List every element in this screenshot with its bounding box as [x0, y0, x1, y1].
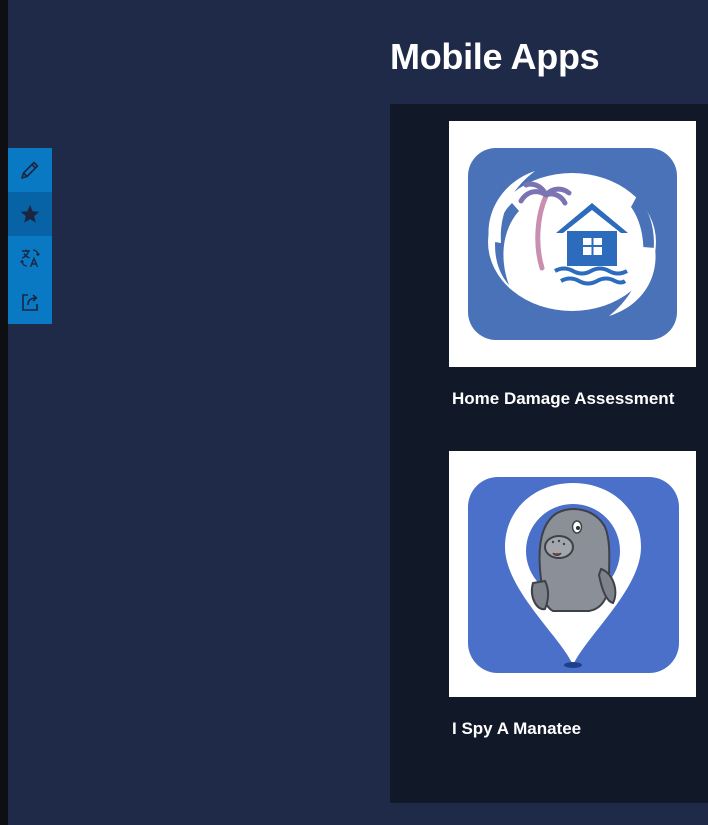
manatee-pin-icon: [468, 477, 679, 673]
window-edge: [0, 0, 8, 825]
app-title[interactable]: I Spy A Manatee: [452, 719, 696, 739]
share-icon: [22, 294, 38, 311]
edit-button[interactable]: [8, 148, 52, 192]
translate-button[interactable]: [8, 236, 52, 280]
side-toolbar: [8, 148, 52, 324]
favorite-button[interactable]: [8, 192, 52, 236]
house-hurricane-icon: [468, 148, 677, 340]
app-card-manatee[interactable]: I Spy A Manatee: [449, 451, 696, 739]
app-thumbnail[interactable]: [449, 121, 696, 367]
app-card-home-damage[interactable]: Home Damage Assessment: [449, 121, 696, 409]
pencil-icon: [21, 161, 39, 179]
translate-icon: [20, 249, 40, 268]
page-title: Mobile Apps: [390, 36, 600, 77]
app-thumbnail[interactable]: [449, 451, 696, 697]
star-icon: [20, 205, 40, 223]
share-button[interactable]: [8, 280, 52, 324]
app-title[interactable]: Home Damage Assessment: [452, 389, 696, 409]
apps-panel: Home Damage Assessment I Spy A Manatee: [390, 104, 708, 803]
